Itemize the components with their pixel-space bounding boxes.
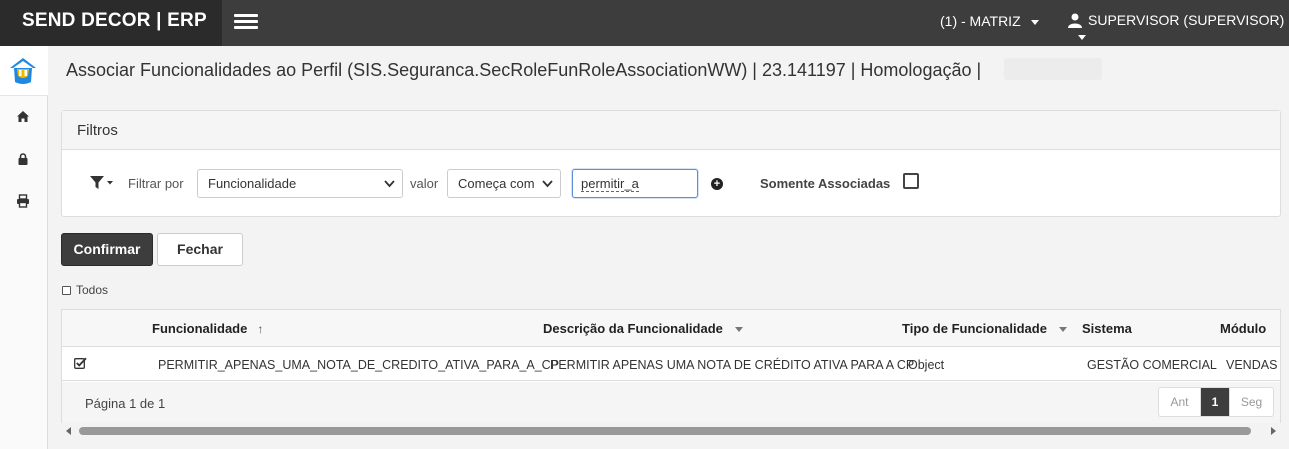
sort-ascending-icon: ↑: [257, 322, 264, 336]
scrollbar-thumb[interactable]: [79, 427, 1251, 435]
column-header-descricao[interactable]: Descrição da Funcionalidade: [543, 321, 743, 336]
user-label: SUPERVISOR (SUPERVISOR): [1088, 12, 1285, 28]
filters-panel: Filtros Filtrar por Funcionalidade valor…: [61, 110, 1281, 217]
value-label: valor: [410, 176, 439, 191]
add-filter-icon[interactable]: +: [711, 178, 723, 190]
company-selector[interactable]: (1) - MATRIZ: [940, 13, 1039, 29]
cell-sistema: GESTÃO COMERCIAL: [1087, 358, 1217, 372]
checked-checkbox-icon[interactable]: [74, 357, 87, 369]
top-bar: SEND DECOR | ERP (1) - MATRIZ SUPERVISOR…: [0, 0, 1289, 46]
scroll-left-icon[interactable]: [66, 427, 71, 435]
filter-value-text: permitir_a: [581, 176, 639, 192]
chevron-down-icon: [734, 327, 743, 333]
horizontal-scrollbar[interactable]: [61, 425, 1281, 437]
cell-funcionalidade: PERMITIR_APENAS_UMA_NOTA_DE_CREDITO_ATIV…: [158, 358, 560, 372]
chevron-down-icon: [1078, 34, 1086, 40]
chevron-down-icon: [384, 180, 395, 188]
column-header-tipo[interactable]: Tipo de Funcionalidade: [902, 321, 1067, 336]
lock-icon[interactable]: [16, 152, 30, 166]
pagination: Ant 1 Seg: [1158, 387, 1274, 417]
menu-toggle-icon[interactable]: [234, 14, 258, 32]
filter-funnel-icon[interactable]: [90, 176, 114, 190]
home-icon[interactable]: [16, 110, 30, 124]
close-button[interactable]: Fechar: [157, 233, 243, 266]
grid-footer: Página 1 de 1 Ant 1 Seg: [62, 382, 1280, 423]
sidebar: [0, 46, 48, 449]
functionality-grid: Funcionalidade ↑ Descrição da Funcionalid…: [61, 309, 1281, 423]
app-logo-icon: [10, 58, 36, 84]
page-info: Página 1 de 1: [85, 396, 166, 411]
filter-row: Filtrar por Funcionalidade valor Começa …: [62, 169, 1280, 199]
filter-value-input[interactable]: permitir_a: [572, 169, 698, 198]
column-header-modulo[interactable]: Módulo: [1220, 321, 1266, 336]
print-icon[interactable]: [16, 194, 30, 208]
page-title: Associar Funcionalidades ao Perfil (SIS.…: [66, 60, 982, 80]
current-page-button[interactable]: 1: [1201, 388, 1229, 416]
grid-header: Funcionalidade ↑ Descrição da Funcionalid…: [62, 310, 1280, 347]
company-label: (1) - MATRIZ: [940, 13, 1021, 29]
prev-page-button[interactable]: Ant: [1159, 388, 1201, 416]
cell-modulo: VENDAS: [1226, 358, 1278, 372]
user-menu[interactable]: SUPERVISOR (SUPERVISOR): [1068, 12, 1289, 44]
next-page-button[interactable]: Seg: [1229, 388, 1273, 416]
cell-tipo: Object: [908, 358, 945, 372]
scroll-right-icon[interactable]: [1271, 427, 1276, 435]
chevron-down-icon: [542, 180, 553, 188]
table-row[interactable]: PERMITIR_APENAS_UMA_NOTA_DE_CREDITO_ATIV…: [62, 348, 1280, 381]
filters-title: Filtros: [62, 111, 1280, 150]
operator-value: Começa com: [458, 176, 535, 191]
filter-field-value: Funcionalidade: [208, 176, 297, 191]
only-associated-label: Somente Associadas: [760, 176, 891, 191]
redacted-environment-name: [1004, 58, 1102, 80]
chevron-down-icon: [1030, 19, 1039, 25]
cell-descricao: PERMITIR APENAS UMA NOTA DE CRÉDITO ATIV…: [550, 358, 915, 372]
operator-select[interactable]: Começa com: [447, 169, 561, 198]
user-icon: [1068, 13, 1082, 28]
confirm-button[interactable]: Confirmar: [61, 233, 153, 266]
chevron-down-icon: [1058, 327, 1067, 333]
only-associated-checkbox[interactable]: [903, 173, 919, 189]
select-all-checkbox[interactable]: [62, 286, 71, 295]
app-brand[interactable]: SEND DECOR | ERP: [0, 0, 222, 46]
column-header-sistema[interactable]: Sistema: [1082, 321, 1132, 336]
column-header-funcionalidade[interactable]: Funcionalidade ↑: [152, 321, 263, 336]
filter-field-select[interactable]: Funcionalidade: [197, 169, 403, 198]
select-all-toggle[interactable]: Todos: [62, 283, 108, 297]
select-all-label: Todos: [76, 283, 109, 297]
filter-by-label: Filtrar por: [128, 176, 184, 191]
